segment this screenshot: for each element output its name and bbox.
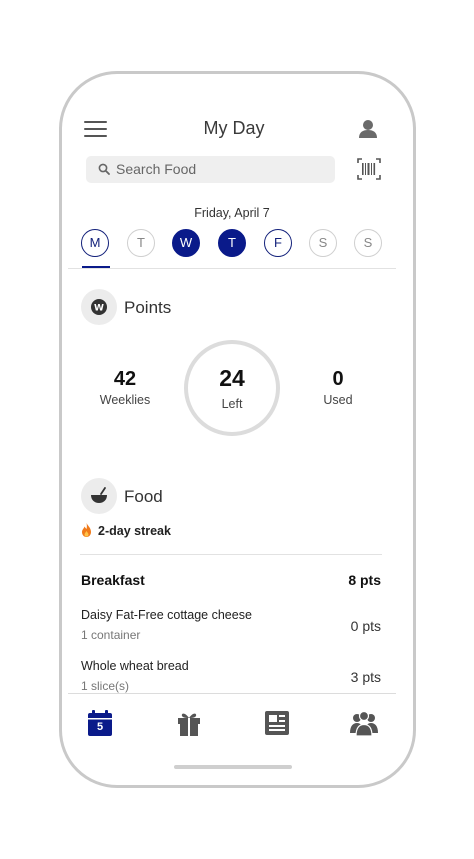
day-sunday[interactable]: S xyxy=(354,229,382,257)
home-indicator xyxy=(174,765,292,769)
food-item-quantity: 1 slice(s) xyxy=(81,679,130,693)
day-saturday[interactable]: S xyxy=(309,229,337,257)
selected-date-label: Friday, April 7 xyxy=(194,206,270,220)
meal-name[interactable]: Breakfast xyxy=(81,572,145,588)
tab-rewards-gift-icon[interactable] xyxy=(175,709,203,737)
calendar-day-number: 5 xyxy=(96,721,104,733)
streak-text: 2-day streak xyxy=(98,524,171,538)
points-left-value: 24 xyxy=(219,365,245,391)
food-item-points: 3 pts xyxy=(350,669,381,685)
day-thursday[interactable]: T xyxy=(218,229,246,257)
food-bowl-icon xyxy=(81,478,117,514)
food-title: Food xyxy=(124,487,163,506)
used-label: Used xyxy=(323,393,353,407)
barcode-scanner-icon[interactable] xyxy=(357,158,381,180)
page-title: My Day xyxy=(203,118,265,138)
search-placeholder: Search Food xyxy=(116,161,197,177)
food-item-name[interactable]: Whole wheat bread xyxy=(81,659,189,673)
weeklies-value: 42 xyxy=(113,368,137,390)
day-tuesday[interactable]: T xyxy=(127,229,155,257)
search-icon xyxy=(98,163,110,175)
tab-articles-news-icon[interactable] xyxy=(263,709,291,737)
food-item-name[interactable]: Daisy Fat-Free cottage cheese xyxy=(81,608,252,622)
profile-icon[interactable] xyxy=(357,118,379,140)
points-logo-icon: W xyxy=(81,289,117,325)
streak-divider xyxy=(80,554,382,555)
hamburger-menu-icon[interactable] xyxy=(84,120,108,138)
points-title: Points xyxy=(124,298,172,317)
flame-icon xyxy=(82,523,91,537)
tab-my-day-calendar-icon[interactable]: 5 xyxy=(86,709,114,737)
tab-community-people-icon[interactable] xyxy=(349,709,379,737)
day-friday[interactable]: F xyxy=(264,229,292,257)
weeklies-label: Weeklies xyxy=(99,393,151,407)
search-food-input[interactable]: Search Food xyxy=(86,156,335,183)
svg-text:W: W xyxy=(94,304,104,314)
food-item-points: 0 pts xyxy=(350,618,381,634)
food-item-quantity: 1 container xyxy=(81,628,141,642)
week-divider xyxy=(68,268,396,269)
day-monday[interactable]: M xyxy=(81,229,109,257)
tabbar-divider xyxy=(68,693,396,694)
streak-badge: 2-day streak xyxy=(80,523,171,538)
meal-points: 8 pts xyxy=(348,572,381,588)
points-left-label: Left xyxy=(221,397,243,411)
used-value: 0 xyxy=(332,368,344,390)
day-wednesday[interactable]: W xyxy=(172,229,200,257)
